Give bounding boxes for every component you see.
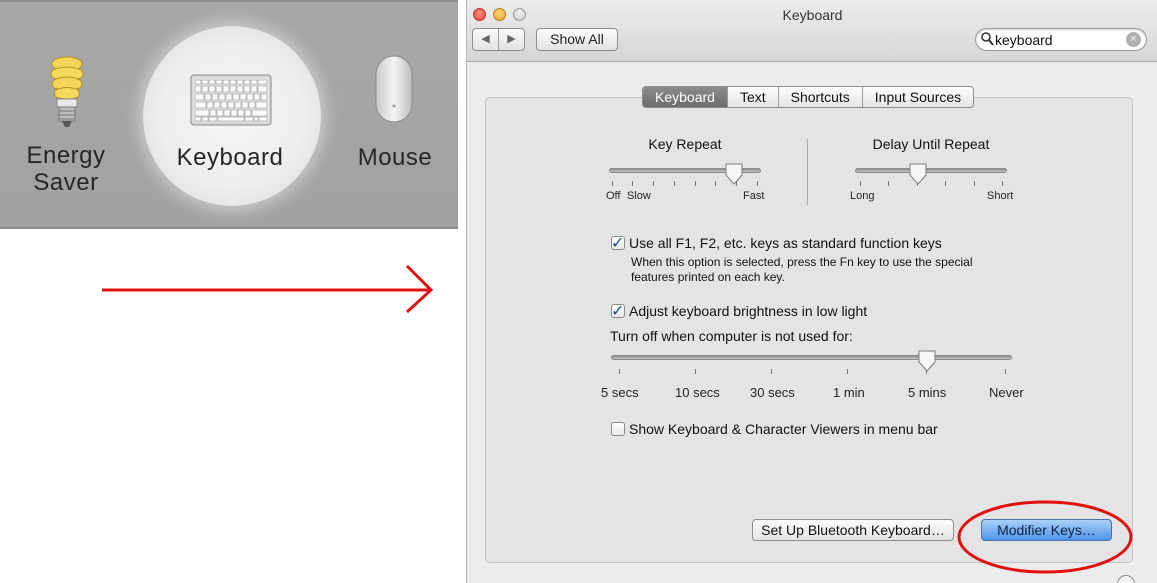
key-repeat-slow-label: Slow bbox=[627, 190, 651, 202]
red-highlight-ellipse bbox=[957, 500, 1133, 574]
show-viewers-label[interactable]: Show Keyboard & Character Viewers in men… bbox=[629, 421, 938, 437]
search-field[interactable]: × bbox=[975, 28, 1147, 51]
turn-off-tick-label: 5 mins bbox=[908, 385, 947, 400]
turn-off-tick-label: Never bbox=[989, 385, 1024, 400]
function-keys-description-line1: When this option is selected, press the … bbox=[631, 255, 973, 269]
keyboard-label[interactable]: Keyboard bbox=[160, 144, 300, 171]
keyboard-brightness-checkbox[interactable]: ✓ bbox=[611, 303, 625, 320]
search-icon bbox=[981, 32, 994, 46]
turn-off-tick bbox=[619, 369, 620, 374]
function-keys-label[interactable]: Use all F1, F2, etc. keys as standard fu… bbox=[629, 235, 942, 251]
key-repeat-slider-thumb[interactable] bbox=[725, 163, 743, 185]
energy-saver-label[interactable]: Energy Saver bbox=[16, 142, 116, 196]
red-arrow-annotation bbox=[102, 264, 434, 314]
turn-off-tick bbox=[1005, 369, 1006, 374]
function-keys-checkbox[interactable]: ✓ bbox=[611, 235, 625, 252]
key-repeat-tick bbox=[632, 181, 633, 186]
turn-off-slider-thumb[interactable] bbox=[918, 350, 936, 372]
delay-tick bbox=[888, 181, 889, 186]
section-divider bbox=[807, 139, 808, 205]
delay-tick bbox=[945, 181, 946, 186]
turn-off-tick-label: 10 secs bbox=[675, 385, 720, 400]
tab-shortcuts[interactable]: Shortcuts bbox=[777, 87, 862, 107]
energy-saver-icon[interactable] bbox=[44, 54, 90, 135]
tab-input-sources[interactable]: Input Sources bbox=[861, 87, 973, 107]
tab-bar: Keyboard Text Shortcuts Input Sources bbox=[642, 86, 975, 108]
key-repeat-tick bbox=[695, 181, 696, 186]
delay-short-label: Short bbox=[987, 190, 1014, 202]
tab-text[interactable]: Text bbox=[726, 87, 778, 107]
key-repeat-title: Key Repeat bbox=[648, 136, 722, 152]
delay-long-label: Long bbox=[850, 190, 875, 202]
clear-search-icon[interactable]: × bbox=[1126, 32, 1141, 47]
energy-saver-label-line2: Saver bbox=[33, 169, 99, 196]
delay-until-repeat-slider-track[interactable] bbox=[855, 168, 1007, 173]
mouse-label[interactable]: Mouse bbox=[345, 144, 445, 171]
key-repeat-tick bbox=[757, 181, 758, 186]
turn-off-tick bbox=[847, 369, 848, 374]
mouse-icon[interactable] bbox=[373, 54, 415, 131]
keyboard-brightness-label[interactable]: Adjust keyboard brightness in low light bbox=[629, 303, 867, 319]
turn-off-label: Turn off when computer is not used for: bbox=[610, 328, 853, 344]
delay-until-repeat-slider-thumb[interactable] bbox=[909, 163, 927, 185]
function-keys-description: When this option is selected, press the … bbox=[631, 255, 1011, 285]
preferences-zoom-panel: Energy Saver Keyboard Mouse bbox=[0, 0, 458, 229]
delay-tick bbox=[1002, 181, 1003, 186]
delay-tick bbox=[974, 181, 975, 186]
turn-off-slider-track[interactable] bbox=[611, 355, 1012, 360]
key-repeat-off-label: Off bbox=[606, 190, 621, 202]
window-titlebar: Keyboard ◀ ▶ Show All × bbox=[467, 0, 1157, 62]
turn-off-tick-label: 5 secs bbox=[601, 385, 639, 400]
function-keys-description-line2: features printed on each key. bbox=[631, 270, 785, 284]
energy-saver-label-line1: Energy bbox=[26, 142, 106, 169]
tab-keyboard[interactable]: Keyboard bbox=[643, 87, 727, 107]
key-repeat-tick bbox=[612, 181, 613, 186]
show-all-button[interactable]: Show All bbox=[536, 28, 618, 51]
forward-button[interactable]: ▶ bbox=[498, 29, 524, 50]
key-repeat-fast-label: Fast bbox=[743, 190, 765, 202]
back-button[interactable]: ◀ bbox=[473, 29, 498, 50]
back-forward-buttons: ◀ ▶ bbox=[472, 28, 525, 51]
turn-off-tick-label: 1 min bbox=[833, 385, 865, 400]
checkmark-icon: ✓ bbox=[611, 303, 625, 320]
delay-until-repeat-title: Delay Until Repeat bbox=[872, 136, 990, 152]
search-input[interactable] bbox=[995, 31, 1115, 48]
show-viewers-checkbox[interactable] bbox=[611, 422, 625, 436]
key-repeat-tick bbox=[653, 181, 654, 186]
window-title: Keyboard bbox=[782, 7, 843, 23]
turn-off-tick bbox=[771, 369, 772, 374]
key-repeat-tick bbox=[674, 181, 675, 186]
keyboard-preferences-window: Keyboard ◀ ▶ Show All × Keyboard Text Sh… bbox=[466, 0, 1157, 583]
turn-off-tick-label: 30 secs bbox=[750, 385, 795, 400]
help-button[interactable] bbox=[1117, 575, 1135, 583]
set-up-bluetooth-keyboard-button[interactable]: Set Up Bluetooth Keyboard… bbox=[752, 519, 954, 541]
keyboard-icon[interactable] bbox=[190, 74, 272, 133]
checkmark-icon: ✓ bbox=[611, 235, 625, 252]
turn-off-tick bbox=[695, 369, 696, 374]
key-repeat-tick bbox=[715, 181, 716, 186]
delay-tick bbox=[860, 181, 861, 186]
